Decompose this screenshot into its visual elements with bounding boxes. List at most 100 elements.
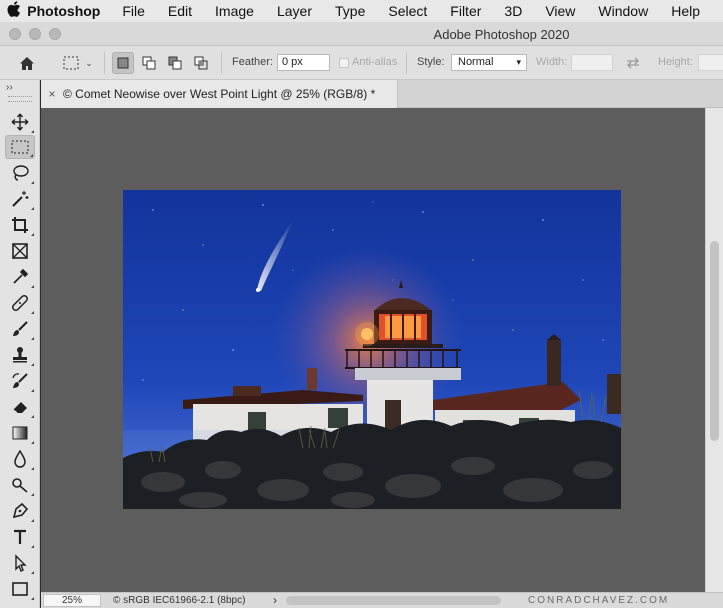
home-button[interactable]	[16, 52, 38, 74]
tools-panel: ››	[0, 80, 40, 608]
chevron-down-icon: ⌄	[85, 57, 93, 68]
clone-stamp-tool[interactable]	[5, 343, 35, 367]
menu-edit[interactable]: Edit	[168, 3, 192, 19]
eraser-tool[interactable]	[5, 395, 35, 419]
close-tab-icon[interactable]: ×	[41, 87, 63, 101]
rectangle-icon	[12, 582, 28, 596]
menu-help[interactable]: Help	[671, 3, 700, 19]
style-select[interactable]: Normal ▾	[451, 54, 527, 71]
subtract-selection-button[interactable]	[164, 52, 186, 74]
marquee-icon	[63, 56, 79, 70]
crop-icon	[12, 217, 28, 233]
pen-icon	[12, 502, 29, 519]
lasso-icon	[13, 165, 29, 181]
menu-3d[interactable]: 3D	[504, 3, 522, 19]
menu-window[interactable]: Window	[598, 3, 648, 19]
watermark-text: CONRADCHAVEZ.COM	[528, 595, 670, 606]
anti-alias-label: Anti-alias	[352, 56, 398, 68]
window-title: Adobe Photoshop 2020	[433, 27, 570, 42]
gradient-icon	[12, 426, 28, 440]
menu-filter[interactable]: Filter	[450, 3, 481, 19]
document-tab[interactable]: × © Comet Neowise over West Point Light …	[41, 80, 398, 108]
height-input[interactable]	[698, 54, 723, 71]
vertical-scrollbar[interactable]	[705, 108, 723, 592]
rectangular-marquee-tool[interactable]	[5, 135, 35, 159]
home-icon	[20, 56, 34, 70]
menu-select[interactable]: Select	[388, 3, 427, 19]
apple-logo-icon[interactable]	[0, 1, 27, 21]
style-label: Style:	[417, 56, 445, 68]
zoom-level-field[interactable]: 25%	[43, 594, 101, 607]
crop-tool[interactable]	[5, 213, 35, 237]
anti-alias-checkbox[interactable]	[339, 58, 349, 68]
frame-icon	[12, 243, 28, 259]
arrow-icon	[15, 554, 27, 572]
move-tool[interactable]	[5, 110, 35, 134]
swap-width-height-button[interactable]	[622, 52, 644, 74]
chevron-down-icon: ▾	[516, 57, 521, 67]
add-selection-icon	[142, 56, 155, 69]
gradient-tool[interactable]	[5, 421, 35, 445]
document-tab-title: © Comet Neowise over West Point Light @ …	[63, 87, 376, 101]
eyedropper-tool[interactable]	[5, 265, 35, 289]
eyedropper-icon	[13, 268, 29, 284]
brush-icon	[13, 321, 28, 336]
blur-icon	[14, 450, 26, 468]
brush-tool[interactable]	[5, 317, 35, 341]
menu-type[interactable]: Type	[335, 3, 365, 19]
type-tool[interactable]	[5, 525, 35, 549]
marquee-icon	[11, 140, 29, 154]
feather-label: Feather:	[232, 56, 273, 68]
blur-tool[interactable]	[5, 447, 35, 471]
pen-tool[interactable]	[5, 499, 35, 523]
intersect-selection-button[interactable]	[190, 52, 212, 74]
height-label: Height:	[658, 56, 693, 68]
width-input[interactable]	[571, 54, 613, 71]
divider	[221, 52, 222, 74]
add-to-selection-button[interactable]	[138, 52, 160, 74]
vertical-scroll-thumb[interactable]	[710, 241, 719, 441]
menu-layer[interactable]: Layer	[277, 3, 312, 19]
menu-file[interactable]: File	[122, 3, 145, 19]
healing-brush-tool[interactable]	[5, 291, 35, 315]
new-selection-button[interactable]	[112, 52, 134, 74]
status-menu-arrow-icon[interactable]: ›	[273, 593, 277, 607]
type-icon	[14, 529, 26, 544]
tool-preset-picker[interactable]: ⌄	[58, 52, 98, 74]
feather-input[interactable]: 0 px	[277, 54, 330, 71]
horizontal-scroll-thumb[interactable]	[286, 596, 501, 605]
width-label: Width:	[536, 56, 568, 68]
rectangle-tool[interactable]	[5, 577, 35, 601]
color-profile-info[interactable]: © sRGB IEC61966-2.1 (8bpc)	[113, 595, 245, 606]
style-select-value: Normal	[458, 56, 494, 68]
bandage-icon	[12, 295, 28, 311]
menu-photoshop[interactable]: Photoshop	[27, 3, 100, 19]
menu-image[interactable]: Image	[215, 3, 254, 19]
magic-wand-tool[interactable]	[5, 187, 35, 211]
menu-bar: Photoshop File Edit Image Layer Type Sel…	[0, 0, 723, 22]
menu-view[interactable]: View	[545, 3, 575, 19]
dodge-icon	[12, 478, 28, 493]
frame-tool[interactable]	[5, 239, 35, 263]
lasso-tool[interactable]	[5, 161, 35, 185]
path-selection-tool[interactable]	[5, 551, 35, 575]
magic-wand-icon	[12, 191, 29, 207]
document-canvas[interactable]	[41, 108, 705, 592]
swap-arrows-icon	[627, 57, 639, 69]
divider	[406, 52, 407, 74]
document-tab-bar: × © Comet Neowise over West Point Light …	[41, 80, 723, 108]
options-bar: ⌄ Feather: 0 px Anti-alias Style: Normal…	[0, 46, 723, 80]
dodge-tool[interactable]	[5, 473, 35, 497]
move-icon	[11, 113, 29, 131]
panel-grip[interactable]	[8, 96, 32, 102]
stamp-icon	[13, 347, 27, 363]
new-selection-icon	[117, 57, 129, 69]
status-bar: 25% © sRGB IEC61966-2.1 (8bpc) › CONRADC…	[41, 592, 723, 608]
window-title-bar: Adobe Photoshop 2020	[0, 22, 723, 46]
document-image	[123, 190, 621, 509]
collapse-panel-icon[interactable]: ››	[6, 82, 13, 93]
intersect-selection-icon	[194, 56, 207, 69]
history-brush-tool[interactable]	[5, 369, 35, 393]
subtract-selection-icon	[168, 56, 181, 69]
divider	[104, 52, 105, 74]
